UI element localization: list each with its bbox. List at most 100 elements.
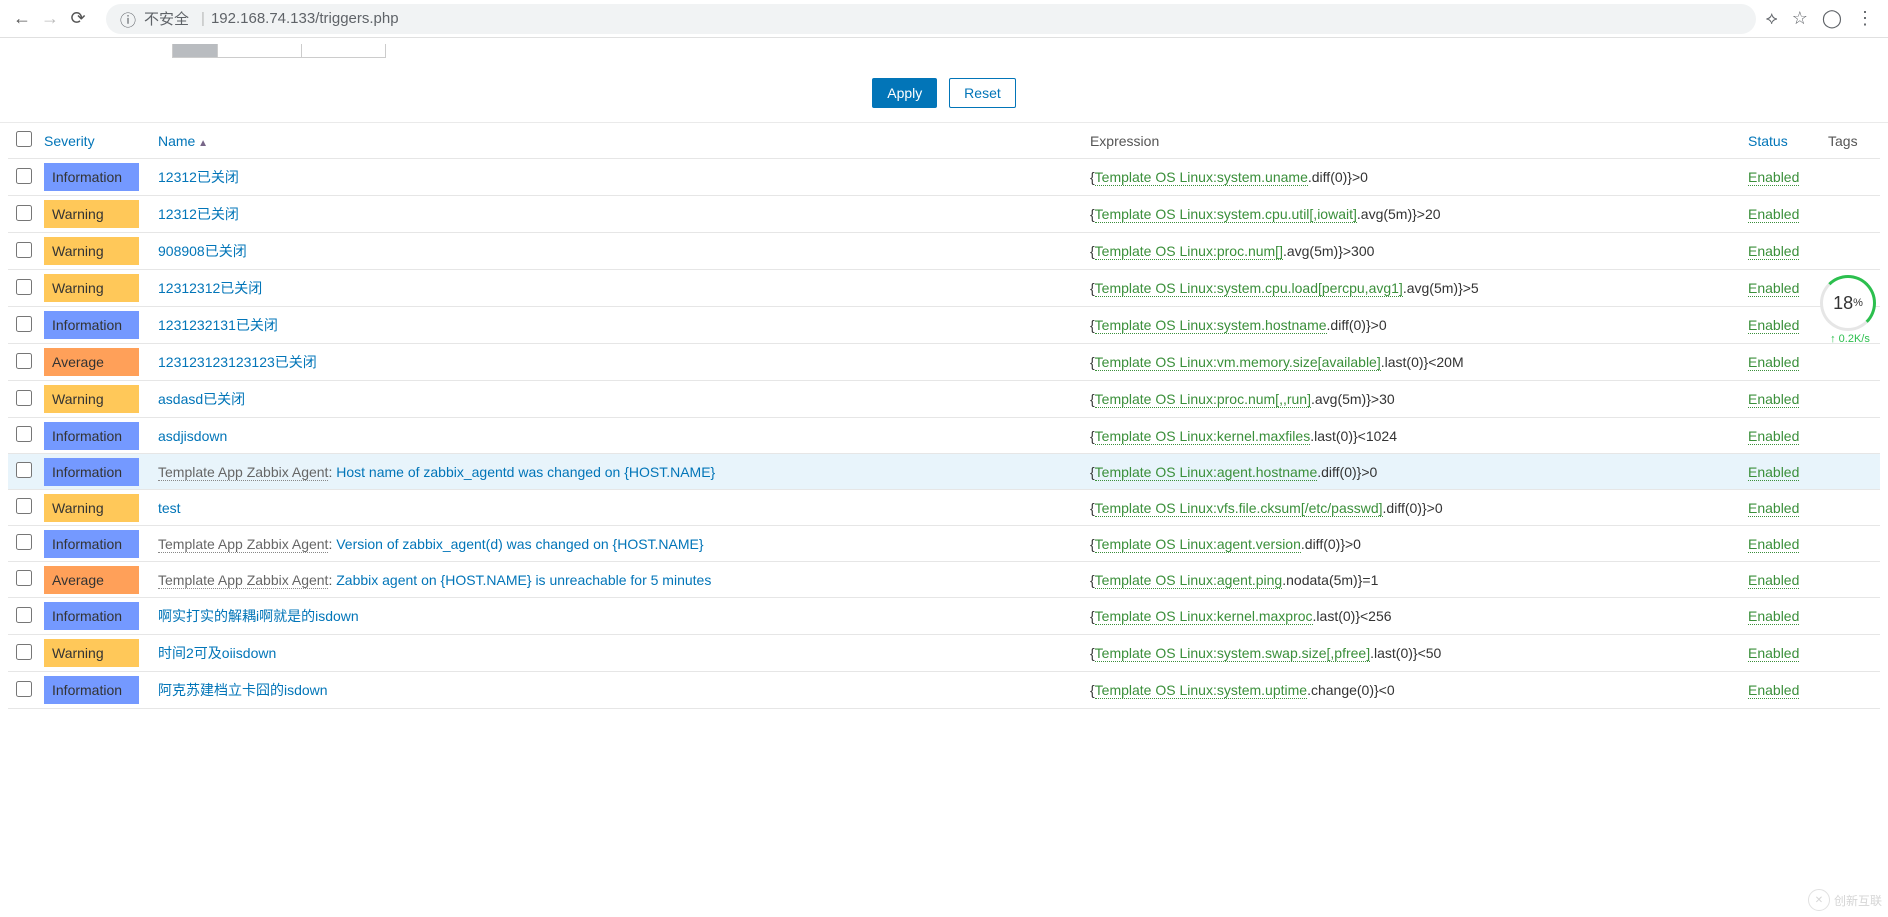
row-checkbox[interactable] [16,168,32,184]
status-toggle[interactable]: Enabled [1748,206,1799,223]
trigger-name-link[interactable]: Host name of zabbix_agentd was changed o… [336,464,715,480]
col-status[interactable]: Status [1748,133,1788,149]
row-checkbox[interactable] [16,279,32,295]
row-checkbox[interactable] [16,390,32,406]
expression-tail: .last(0)}<256 [1313,608,1392,624]
tags-cell [1820,454,1880,490]
expression-link[interactable]: Template OS Linux:system.swap.size[,pfre… [1095,645,1370,662]
status-toggle[interactable]: Enabled [1748,317,1799,334]
row-checkbox[interactable] [16,205,32,221]
template-prefix-link[interactable]: Template App Zabbix Agent [158,572,328,589]
network-speed-badge[interactable]: 18% ↑ 0.2K/s [1820,275,1880,343]
browser-toolbar: ← → ⟳ ⓘ 不安全 | 192.168.74.133/triggers.ph… [0,0,1888,38]
status-toggle[interactable]: Enabled [1748,500,1799,517]
col-severity[interactable]: Severity [44,133,95,149]
address-bar[interactable]: ⓘ 不安全 | 192.168.74.133/triggers.php [106,4,1756,34]
expression-link[interactable]: Template OS Linux:agent.version [1095,536,1301,553]
tags-cell [1820,196,1880,233]
status-toggle[interactable]: Enabled [1748,243,1799,260]
translate-icon[interactable]: ⟡ [1766,8,1778,29]
trigger-name-link[interactable]: 12312312已关闭 [158,280,262,296]
expression-link[interactable]: Template OS Linux:vm.memory.size[availab… [1095,354,1381,371]
severity-badge: Warning [44,274,139,302]
status-toggle[interactable]: Enabled [1748,280,1799,297]
expression-link[interactable]: Template OS Linux:agent.hostname [1095,464,1318,481]
template-prefix-link[interactable]: Template App Zabbix Agent [158,536,328,553]
template-prefix-link[interactable]: Template App Zabbix Agent [158,464,328,481]
row-checkbox[interactable] [16,462,32,478]
star-icon[interactable]: ☆ [1792,8,1808,29]
expression-tail: .avg(5m)}>30 [1311,391,1395,407]
expression-link[interactable]: Template OS Linux:system.hostname [1095,317,1327,334]
trigger-name-link[interactable]: 1231232131已关闭 [158,317,278,333]
trigger-name-link[interactable]: 12312已关闭 [158,206,239,222]
severity-badge: Warning [44,494,139,522]
apply-button[interactable]: Apply [872,78,937,108]
trigger-name-link[interactable]: 123123123123123已关闭 [158,354,317,370]
status-toggle[interactable]: Enabled [1748,354,1799,371]
trigger-name-link[interactable]: 阿克苏建档立卡囧的isdown [158,682,328,698]
expression-tail: .avg(5m)}>20 [1357,206,1441,222]
trigger-name-link[interactable]: asdasd已关闭 [158,391,245,407]
reload-icon[interactable]: ⟳ [64,5,92,33]
col-expression: Expression [1090,133,1159,149]
status-toggle[interactable]: Enabled [1748,464,1799,481]
account-icon[interactable]: ◯ [1822,8,1842,29]
expression-link[interactable]: Template OS Linux:agent.ping [1095,572,1283,589]
expression-link[interactable]: Template OS Linux:kernel.maxfiles [1095,428,1311,445]
expression-tail: .diff(0)}>0 [1317,464,1377,480]
row-checkbox[interactable] [16,316,32,332]
select-all-checkbox[interactable] [16,131,32,147]
status-toggle[interactable]: Enabled [1748,572,1799,589]
trigger-name-link[interactable]: Zabbix agent on {HOST.NAME} is unreachab… [336,572,711,588]
status-toggle[interactable]: Enabled [1748,536,1799,553]
back-icon[interactable]: ← [8,5,36,33]
row-checkbox[interactable] [16,426,32,442]
col-name[interactable]: Name [158,133,208,149]
row-checkbox[interactable] [16,644,32,660]
status-toggle[interactable]: Enabled [1748,391,1799,408]
expression-link[interactable]: Template OS Linux:kernel.maxproc [1095,608,1313,625]
trigger-name-link[interactable]: asdjisdown [158,428,227,444]
tags-cell [1820,672,1880,709]
row-checkbox[interactable] [16,498,32,514]
filter-tabs-remnant [172,44,386,58]
forward-icon[interactable]: → [36,5,64,33]
trigger-name-link[interactable]: test [158,500,181,516]
row-checkbox[interactable] [16,242,32,258]
row-checkbox[interactable] [16,534,32,550]
row-checkbox[interactable] [16,353,32,369]
expression-tail: .diff(0)}>0 [1327,317,1387,333]
menu-icon[interactable]: ⋮ [1856,8,1874,29]
url-text: 192.168.74.133/triggers.php [211,10,399,27]
status-toggle[interactable]: Enabled [1748,608,1799,625]
filter-panel: Apply Reset [0,38,1888,123]
row-checkbox[interactable] [16,681,32,697]
severity-badge: Information [44,311,139,339]
status-toggle[interactable]: Enabled [1748,169,1799,186]
status-toggle[interactable]: Enabled [1748,428,1799,445]
table-row: Average123123123123123已关闭{Template OS Li… [8,344,1880,381]
severity-badge: Information [44,530,139,558]
trigger-name-link[interactable]: 时间2可及oiisdown [158,645,276,661]
row-checkbox[interactable] [16,607,32,623]
reset-button[interactable]: Reset [949,78,1016,108]
expression-link[interactable]: Template OS Linux:system.uptime [1095,682,1307,699]
trigger-name-link[interactable]: 12312已关闭 [158,169,239,185]
status-toggle[interactable]: Enabled [1748,682,1799,699]
trigger-name-link[interactable]: 啊实打实的解耦i啊就是的isdown [158,608,359,624]
expression-link[interactable]: Template OS Linux:proc.num[,,run] [1095,391,1311,408]
severity-badge: Average [44,348,139,376]
expression-link[interactable]: Template OS Linux:vfs.file.cksum[/etc/pa… [1095,500,1383,517]
table-row: Warning12312312已关闭{Template OS Linux:sys… [8,270,1880,307]
expression-link[interactable]: Template OS Linux:system.cpu.util[,iowai… [1095,206,1357,223]
trigger-name-link[interactable]: Version of zabbix_agent(d) was changed o… [336,536,703,552]
row-checkbox[interactable] [16,570,32,586]
expression-link[interactable]: Template OS Linux:proc.num[] [1095,243,1283,260]
trigger-name-link[interactable]: 908908已关闭 [158,243,247,259]
tags-cell [1820,381,1880,418]
table-row: Warning时间2可及oiisdown{Template OS Linux:s… [8,635,1880,672]
expression-link[interactable]: Template OS Linux:system.cpu.load[percpu… [1095,280,1403,297]
status-toggle[interactable]: Enabled [1748,645,1799,662]
expression-link[interactable]: Template OS Linux:system.uname [1095,169,1308,186]
